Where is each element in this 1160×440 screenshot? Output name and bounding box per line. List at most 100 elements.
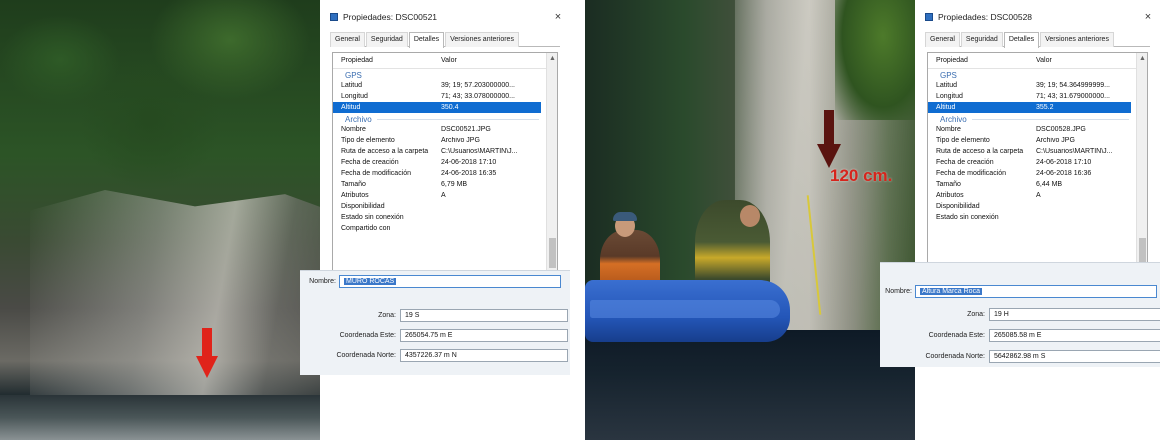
list-item[interactable]: Tipo de elemento Archivo JPG <box>333 135 557 146</box>
tab-general[interactable]: General <box>330 32 365 47</box>
tab-detalles[interactable]: Detalles <box>408 32 445 48</box>
list-item[interactable]: Fecha de modificación 24-06-2018 16:36 <box>928 168 1147 179</box>
property-label: Estado sin conexión <box>341 214 404 221</box>
list-item[interactable]: Fecha de creación 24-06-2018 17:10 <box>928 157 1147 168</box>
list-item[interactable]: Atributos A <box>928 190 1147 201</box>
moss <box>835 0 915 120</box>
property-value: 71; 43; 31.679000000... <box>1036 93 1110 100</box>
section-label: GPS <box>940 70 957 80</box>
list-item[interactable]: Compartido con <box>333 223 557 234</box>
zone-row: Zona: 19 S <box>300 309 568 322</box>
boat-photo-right: 120 cm. <box>585 0 915 440</box>
list-item[interactable]: Fecha de modificación 24-06-2018 16:35 <box>333 168 557 179</box>
property-value: Archivo JPG <box>441 137 480 144</box>
property-label: Longitud <box>341 93 368 100</box>
property-label: Tipo de elemento <box>341 137 395 144</box>
tab-seguridad[interactable]: Seguridad <box>960 32 1003 47</box>
details-list[interactable]: Propiedad Valor GPS Latitud 39; 19; 54.36… <box>927 52 1148 264</box>
list-item[interactable]: Tamaño 6,79 MB <box>333 179 557 190</box>
list-item[interactable]: Tipo de elemento Archivo JPG <box>928 135 1147 146</box>
north-field[interactable]: 5642862.98 m S <box>989 350 1160 363</box>
tab-bar: General Seguridad Detalles Versiones ant… <box>330 32 560 48</box>
name-label: Nombre: <box>885 288 912 295</box>
coordinates-panel: Nombre: MURO ROCAS Zona: 19 S Coordenada… <box>300 270 570 375</box>
property-value: Archivo JPG <box>1036 137 1075 144</box>
property-label: Tamaño <box>936 181 961 188</box>
list-item[interactable]: Ruta de acceso a la carpeta C:\Usuarios\M… <box>333 146 557 157</box>
property-value: 24-06-2018 16:36 <box>1036 170 1092 177</box>
north-row: Coordenada Norte: 4357226.37 m N <box>300 349 568 362</box>
column-property[interactable]: Propiedad <box>936 57 1036 64</box>
name-value: Altura Marca Roca <box>920 288 982 295</box>
property-value: DSC00528.JPG <box>1036 126 1086 133</box>
north-row: Coordenada Norte: 5642862.98 m S <box>880 350 1160 363</box>
list-item[interactable]: Ruta de acceso a la carpeta C:\Usuarios\M… <box>928 146 1147 157</box>
scroll-thumb[interactable] <box>1139 238 1146 263</box>
scroll-up-icon[interactable]: ▲ <box>1139 55 1146 62</box>
property-value: 350.4 <box>441 104 459 111</box>
lake-water <box>585 330 915 440</box>
east-label: Coordenada Este: <box>339 332 396 339</box>
zone-field[interactable]: 19 S <box>400 309 568 322</box>
dialog-title: Propiedades: DSC00521 <box>343 12 438 22</box>
list-item[interactable]: Estado sin conexión <box>333 212 557 223</box>
list-item[interactable]: Nombre DSC00528.JPG <box>928 124 1147 135</box>
list-item[interactable]: Longitud 71; 43; 31.679000000... <box>928 91 1147 102</box>
property-label: Compartido con <box>341 225 391 232</box>
scrollbar[interactable]: ▲ <box>1136 53 1147 263</box>
list-item[interactable]: Latitud 39; 19; 57.203000000... <box>333 80 557 91</box>
name-field[interactable]: Altura Marca Roca <box>915 285 1157 298</box>
scrollbar[interactable]: ▲ <box>546 53 557 273</box>
property-label: Ruta de acceso a la carpeta <box>341 148 429 155</box>
tab-versiones[interactable]: Versiones anteriores <box>445 32 519 47</box>
tab-seguridad[interactable]: Seguridad <box>365 32 408 47</box>
list-item-selected[interactable]: Altitud 355.2 <box>928 102 1131 113</box>
coordinates-panel: Nombre: Altura Marca Roca Zona: 19 H Coo… <box>880 262 1160 367</box>
scroll-thumb[interactable] <box>549 238 556 268</box>
tab-general[interactable]: General <box>925 32 960 47</box>
property-label: Latitud <box>936 82 958 89</box>
list-item[interactable]: Nombre DSC00521.JPG <box>333 124 557 135</box>
zone-field[interactable]: 19 H <box>989 308 1160 321</box>
zone-label: Zona: <box>378 312 396 319</box>
section-divider <box>376 118 539 120</box>
name-value: MURO ROCAS <box>344 278 397 285</box>
list-item[interactable]: Fecha de creación 24-06-2018 17:10 <box>333 157 557 168</box>
property-value: A <box>441 192 446 199</box>
list-item[interactable]: Disponibilidad <box>928 201 1147 212</box>
list-header: Propiedad Valor <box>928 53 1147 69</box>
property-label: Atributos <box>341 192 369 199</box>
red-arrow-icon <box>196 328 218 378</box>
east-field[interactable]: 265054.75 m E <box>400 329 568 342</box>
list-item[interactable]: Longitud 71; 43; 33.078000000... <box>333 91 557 102</box>
scroll-up-icon[interactable]: ▲ <box>549 55 556 62</box>
rock-wall <box>30 190 330 395</box>
list-item[interactable]: Disponibilidad <box>333 201 557 212</box>
property-value: 39; 19; 57.203000000... <box>441 82 515 89</box>
north-field[interactable]: 4357226.37 m N <box>400 349 568 362</box>
property-value: 24-06-2018 17:10 <box>441 159 497 166</box>
list-item-selected[interactable]: Altitud 350.4 <box>333 102 541 113</box>
column-value[interactable]: Valor <box>441 57 557 64</box>
details-list[interactable]: Propiedad Valor GPS Latitud 39; 19; 57.20… <box>332 52 558 274</box>
section-archivo: Archivo <box>928 113 1147 124</box>
column-property[interactable]: Propiedad <box>341 57 441 64</box>
property-label: Atributos <box>936 192 964 199</box>
list-item[interactable]: Tamaño 6,44 MB <box>928 179 1147 190</box>
name-field[interactable]: MURO ROCAS <box>339 275 561 288</box>
measurement-label: 120 cm. <box>830 166 893 185</box>
east-field[interactable]: 265085.58 m E <box>989 329 1160 342</box>
tab-detalles[interactable]: Detalles <box>1003 32 1040 48</box>
property-label: Disponibilidad <box>341 203 385 210</box>
list-item[interactable]: Atributos A <box>333 190 557 201</box>
section-label: Archivo <box>940 114 967 124</box>
list-item[interactable]: Latitud 39; 19; 54.364999999... <box>928 80 1147 91</box>
close-button[interactable]: × <box>1142 11 1154 23</box>
property-value: DSC00521.JPG <box>441 126 491 133</box>
close-button[interactable]: × <box>552 11 564 23</box>
list-item[interactable]: Estado sin conexión <box>928 212 1147 223</box>
property-label: Tamaño <box>341 181 366 188</box>
column-value[interactable]: Valor <box>1036 57 1147 64</box>
lake-water <box>0 395 330 440</box>
tab-versiones[interactable]: Versiones anteriores <box>1040 32 1114 47</box>
